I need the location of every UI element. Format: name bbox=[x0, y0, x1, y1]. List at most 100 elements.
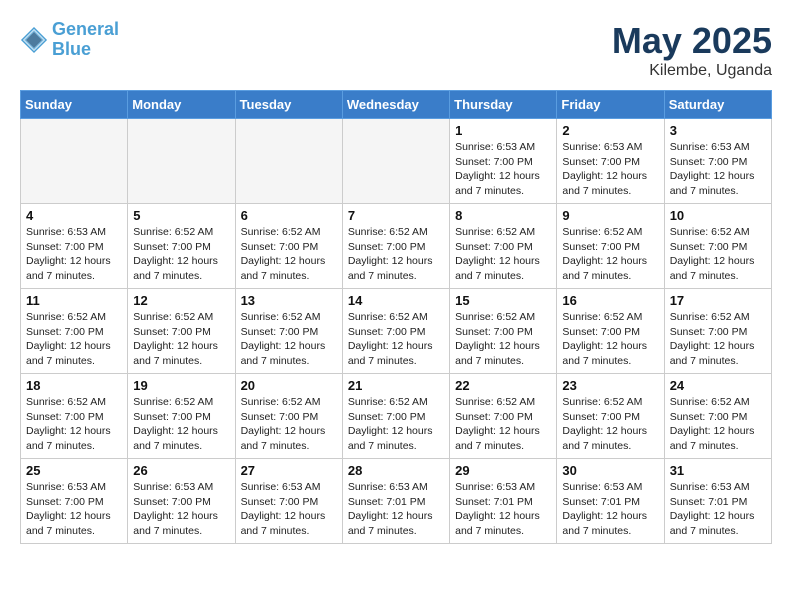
calendar-cell: 22 Sunrise: 6:52 AM Sunset: 7:00 PM Dayli… bbox=[450, 374, 557, 459]
day-info: Sunrise: 6:52 AM Sunset: 7:00 PM Dayligh… bbox=[133, 225, 229, 284]
day-info: Sunrise: 6:53 AM Sunset: 7:00 PM Dayligh… bbox=[455, 140, 551, 199]
day-info: Sunrise: 6:52 AM Sunset: 7:00 PM Dayligh… bbox=[455, 310, 551, 369]
calendar-cell: 12 Sunrise: 6:52 AM Sunset: 7:00 PM Dayli… bbox=[128, 289, 235, 374]
day-number: 1 bbox=[455, 123, 551, 138]
day-number: 5 bbox=[133, 208, 229, 223]
day-info: Sunrise: 6:52 AM Sunset: 7:00 PM Dayligh… bbox=[562, 225, 658, 284]
week-row-4: 18 Sunrise: 6:52 AM Sunset: 7:00 PM Dayli… bbox=[21, 374, 772, 459]
day-info: Sunrise: 6:53 AM Sunset: 7:00 PM Dayligh… bbox=[670, 140, 766, 199]
day-info: Sunrise: 6:52 AM Sunset: 7:00 PM Dayligh… bbox=[133, 310, 229, 369]
day-info: Sunrise: 6:52 AM Sunset: 7:00 PM Dayligh… bbox=[133, 395, 229, 454]
day-info: Sunrise: 6:52 AM Sunset: 7:00 PM Dayligh… bbox=[562, 395, 658, 454]
calendar-cell bbox=[342, 119, 449, 204]
calendar-cell bbox=[235, 119, 342, 204]
day-number: 9 bbox=[562, 208, 658, 223]
logo-icon bbox=[20, 26, 48, 54]
day-info: Sunrise: 6:52 AM Sunset: 7:00 PM Dayligh… bbox=[348, 225, 444, 284]
calendar-cell: 23 Sunrise: 6:52 AM Sunset: 7:00 PM Dayli… bbox=[557, 374, 664, 459]
logo-general: General bbox=[52, 19, 119, 39]
day-number: 13 bbox=[241, 293, 337, 308]
col-header-sunday: Sunday bbox=[21, 91, 128, 119]
day-info: Sunrise: 6:53 AM Sunset: 7:00 PM Dayligh… bbox=[26, 225, 122, 284]
calendar-cell: 18 Sunrise: 6:52 AM Sunset: 7:00 PM Dayli… bbox=[21, 374, 128, 459]
day-info: Sunrise: 6:52 AM Sunset: 7:00 PM Dayligh… bbox=[241, 225, 337, 284]
day-info: Sunrise: 6:52 AM Sunset: 7:00 PM Dayligh… bbox=[26, 395, 122, 454]
week-row-1: 1 Sunrise: 6:53 AM Sunset: 7:00 PM Daylig… bbox=[21, 119, 772, 204]
calendar-cell bbox=[128, 119, 235, 204]
day-info: Sunrise: 6:53 AM Sunset: 7:00 PM Dayligh… bbox=[241, 480, 337, 539]
day-number: 29 bbox=[455, 463, 551, 478]
calendar-cell: 30Sunrise: 6:53 AM Sunset: 7:01 PM Dayli… bbox=[557, 459, 664, 544]
calendar-cell: 25Sunrise: 6:53 AM Sunset: 7:00 PM Dayli… bbox=[21, 459, 128, 544]
calendar-cell: 31Sunrise: 6:53 AM Sunset: 7:01 PM Dayli… bbox=[664, 459, 771, 544]
calendar-cell: 16 Sunrise: 6:52 AM Sunset: 7:00 PM Dayli… bbox=[557, 289, 664, 374]
calendar-cell: 2 Sunrise: 6:53 AM Sunset: 7:00 PM Daylig… bbox=[557, 119, 664, 204]
calendar-cell: 19 Sunrise: 6:52 AM Sunset: 7:00 PM Dayli… bbox=[128, 374, 235, 459]
logo-text: General Blue bbox=[52, 20, 119, 60]
day-number: 24 bbox=[670, 378, 766, 393]
day-info: Sunrise: 6:52 AM Sunset: 7:00 PM Dayligh… bbox=[455, 225, 551, 284]
calendar-cell: 4Sunrise: 6:53 AM Sunset: 7:00 PM Daylig… bbox=[21, 204, 128, 289]
day-number: 14 bbox=[348, 293, 444, 308]
calendar-header-row: SundayMondayTuesdayWednesdayThursdayFrid… bbox=[21, 91, 772, 119]
location-subtitle: Kilembe, Uganda bbox=[612, 62, 772, 80]
calendar-cell: 3 Sunrise: 6:53 AM Sunset: 7:00 PM Daylig… bbox=[664, 119, 771, 204]
day-number: 22 bbox=[455, 378, 551, 393]
calendar-cell: 24 Sunrise: 6:52 AM Sunset: 7:00 PM Dayli… bbox=[664, 374, 771, 459]
calendar-cell: 10Sunrise: 6:52 AM Sunset: 7:00 PM Dayli… bbox=[664, 204, 771, 289]
calendar-table: SundayMondayTuesdayWednesdayThursdayFrid… bbox=[20, 90, 772, 544]
day-info: Sunrise: 6:53 AM Sunset: 7:01 PM Dayligh… bbox=[455, 480, 551, 539]
day-number: 8 bbox=[455, 208, 551, 223]
month-title: May 2025 bbox=[612, 20, 772, 62]
day-number: 19 bbox=[133, 378, 229, 393]
day-number: 2 bbox=[562, 123, 658, 138]
day-number: 16 bbox=[562, 293, 658, 308]
calendar-cell: 8 Sunrise: 6:52 AM Sunset: 7:00 PM Daylig… bbox=[450, 204, 557, 289]
day-info: Sunrise: 6:53 AM Sunset: 7:00 PM Dayligh… bbox=[133, 480, 229, 539]
col-header-wednesday: Wednesday bbox=[342, 91, 449, 119]
page-header: General Blue May 2025 Kilembe, Uganda bbox=[20, 20, 772, 80]
title-block: May 2025 Kilembe, Uganda bbox=[612, 20, 772, 80]
day-number: 20 bbox=[241, 378, 337, 393]
day-number: 18 bbox=[26, 378, 122, 393]
calendar-cell: 14 Sunrise: 6:52 AM Sunset: 7:00 PM Dayli… bbox=[342, 289, 449, 374]
day-info: Sunrise: 6:53 AM Sunset: 7:01 PM Dayligh… bbox=[670, 480, 766, 539]
calendar-cell: 11 Sunrise: 6:52 AM Sunset: 7:00 PM Dayli… bbox=[21, 289, 128, 374]
day-info: Sunrise: 6:52 AM Sunset: 7:00 PM Dayligh… bbox=[455, 395, 551, 454]
col-header-saturday: Saturday bbox=[664, 91, 771, 119]
day-info: Sunrise: 6:52 AM Sunset: 7:00 PM Dayligh… bbox=[26, 310, 122, 369]
day-info: Sunrise: 6:53 AM Sunset: 7:00 PM Dayligh… bbox=[562, 140, 658, 199]
col-header-thursday: Thursday bbox=[450, 91, 557, 119]
day-number: 12 bbox=[133, 293, 229, 308]
week-row-2: 4Sunrise: 6:53 AM Sunset: 7:00 PM Daylig… bbox=[21, 204, 772, 289]
calendar-cell: 7Sunrise: 6:52 AM Sunset: 7:00 PM Daylig… bbox=[342, 204, 449, 289]
calendar-cell: 28Sunrise: 6:53 AM Sunset: 7:01 PM Dayli… bbox=[342, 459, 449, 544]
day-number: 23 bbox=[562, 378, 658, 393]
calendar-cell: 29 Sunrise: 6:53 AM Sunset: 7:01 PM Dayli… bbox=[450, 459, 557, 544]
col-header-monday: Monday bbox=[128, 91, 235, 119]
day-number: 6 bbox=[241, 208, 337, 223]
calendar-cell: 1 Sunrise: 6:53 AM Sunset: 7:00 PM Daylig… bbox=[450, 119, 557, 204]
col-header-tuesday: Tuesday bbox=[235, 91, 342, 119]
day-info: Sunrise: 6:52 AM Sunset: 7:00 PM Dayligh… bbox=[348, 310, 444, 369]
day-info: Sunrise: 6:53 AM Sunset: 7:00 PM Dayligh… bbox=[26, 480, 122, 539]
calendar-cell: 26 Sunrise: 6:53 AM Sunset: 7:00 PM Dayli… bbox=[128, 459, 235, 544]
calendar-cell: 21Sunrise: 6:52 AM Sunset: 7:00 PM Dayli… bbox=[342, 374, 449, 459]
calendar-cell: 15 Sunrise: 6:52 AM Sunset: 7:00 PM Dayli… bbox=[450, 289, 557, 374]
day-number: 3 bbox=[670, 123, 766, 138]
calendar-cell: 13 Sunrise: 6:52 AM Sunset: 7:00 PM Dayli… bbox=[235, 289, 342, 374]
calendar-cell: 5 Sunrise: 6:52 AM Sunset: 7:00 PM Daylig… bbox=[128, 204, 235, 289]
day-number: 11 bbox=[26, 293, 122, 308]
day-number: 27 bbox=[241, 463, 337, 478]
day-info: Sunrise: 6:52 AM Sunset: 7:00 PM Dayligh… bbox=[241, 310, 337, 369]
calendar-cell: 6 Sunrise: 6:52 AM Sunset: 7:00 PM Daylig… bbox=[235, 204, 342, 289]
day-info: Sunrise: 6:52 AM Sunset: 7:00 PM Dayligh… bbox=[670, 395, 766, 454]
day-number: 28 bbox=[348, 463, 444, 478]
day-info: Sunrise: 6:52 AM Sunset: 7:00 PM Dayligh… bbox=[348, 395, 444, 454]
day-number: 26 bbox=[133, 463, 229, 478]
day-info: Sunrise: 6:53 AM Sunset: 7:01 PM Dayligh… bbox=[562, 480, 658, 539]
week-row-5: 25Sunrise: 6:53 AM Sunset: 7:00 PM Dayli… bbox=[21, 459, 772, 544]
day-info: Sunrise: 6:52 AM Sunset: 7:00 PM Dayligh… bbox=[670, 310, 766, 369]
day-number: 15 bbox=[455, 293, 551, 308]
day-info: Sunrise: 6:52 AM Sunset: 7:00 PM Dayligh… bbox=[562, 310, 658, 369]
